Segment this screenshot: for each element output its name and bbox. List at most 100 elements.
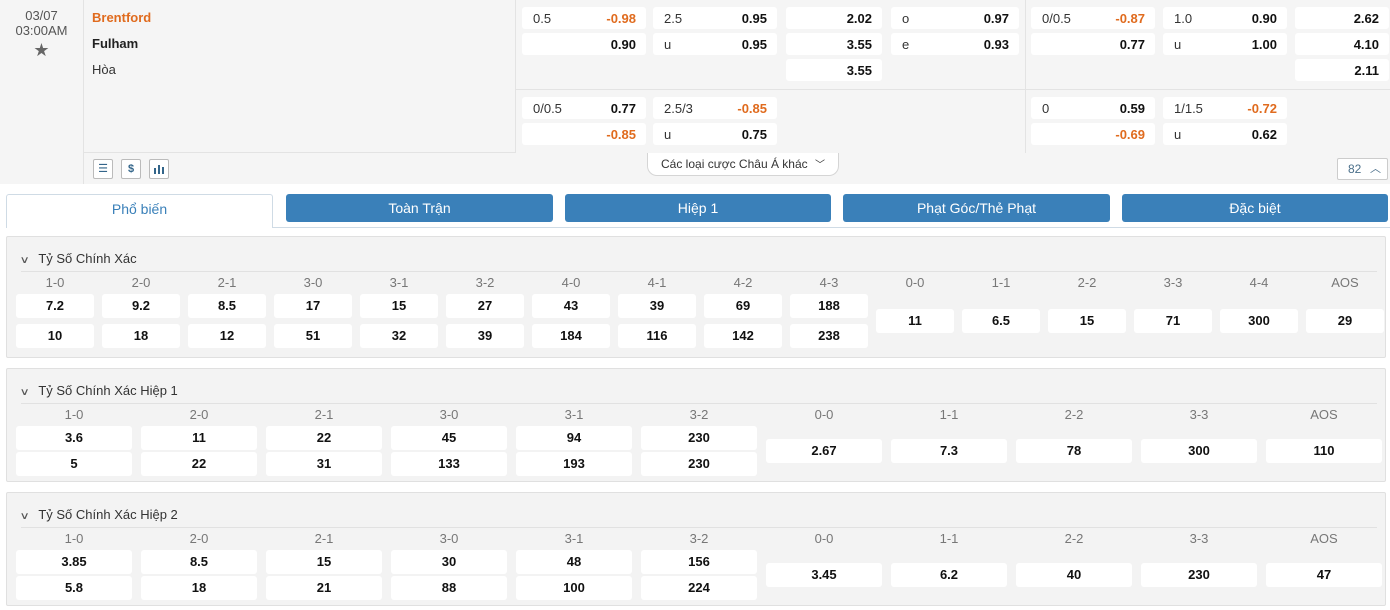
oe-odd-cell[interactable]: o 0.97 xyxy=(891,7,1019,29)
tab-half-1[interactable]: Hiệp 1 xyxy=(565,194,831,222)
score-odds-away[interactable]: 230 xyxy=(641,452,757,476)
score-odds-away[interactable]: 39 xyxy=(446,324,524,348)
ah-h1-home-cell[interactable]: 0/0.5 -0.87 xyxy=(1031,7,1155,29)
score-odds-draw[interactable]: 110 xyxy=(1266,439,1382,463)
score-odds-home[interactable]: 7.2 xyxy=(16,294,94,318)
score-odds-draw[interactable]: 11 xyxy=(876,309,954,333)
score-odds-home[interactable]: 45 xyxy=(391,426,507,450)
ou-h1-under-cell[interactable]: u 1.00 xyxy=(1163,33,1287,55)
score-odds-away[interactable]: 32 xyxy=(360,324,438,348)
ou-h12-under-cell[interactable]: u 0.62 xyxy=(1163,123,1287,145)
score-odds-away[interactable]: 31 xyxy=(266,452,382,476)
section-title[interactable]: ∨ Tỷ Số Chính Xác xyxy=(20,251,137,266)
score-odds-away[interactable]: 116 xyxy=(618,324,696,348)
score-odds-away[interactable]: 5 xyxy=(16,452,132,476)
score-odds-home[interactable]: 69 xyxy=(704,294,782,318)
score-odds-home[interactable]: 48 xyxy=(516,550,632,574)
ah-h1-away-cell[interactable]: 0.77 xyxy=(1031,33,1155,55)
x12-home-cell[interactable]: 2.02 xyxy=(786,7,882,29)
favorite-star-icon[interactable]: ★ xyxy=(0,40,83,61)
score-odds-draw[interactable]: 300 xyxy=(1220,309,1298,333)
oe-even-cell[interactable]: e 0.93 xyxy=(891,33,1019,55)
ou-ft2-over-cell[interactable]: 2.5/3 -0.85 xyxy=(653,97,777,119)
score-odds-draw[interactable]: 40 xyxy=(1016,563,1132,587)
x12-h1-home-cell[interactable]: 2.62 xyxy=(1295,7,1389,29)
score-odds-away[interactable]: 22 xyxy=(141,452,257,476)
score-odds-draw[interactable]: 6.5 xyxy=(962,309,1040,333)
score-odds-away[interactable]: 18 xyxy=(102,324,180,348)
home-team[interactable]: Brentford xyxy=(92,10,151,25)
dollar-icon[interactable]: $ xyxy=(121,159,141,179)
ou-h1-over-cell[interactable]: 1.0 0.90 xyxy=(1163,7,1287,29)
score-odds-home[interactable]: 94 xyxy=(516,426,632,450)
score-odds-home[interactable]: 27 xyxy=(446,294,524,318)
tab-corners-cards[interactable]: Phạt Góc/Thẻ Phạt xyxy=(843,194,1110,222)
score-odds-home[interactable]: 39 xyxy=(618,294,696,318)
score-odds-away[interactable]: 51 xyxy=(274,324,352,348)
x12-h1-draw-cell[interactable]: 2.11 xyxy=(1295,59,1389,81)
score-odds-draw[interactable]: 3.45 xyxy=(766,563,882,587)
score-odds-home[interactable]: 230 xyxy=(641,426,757,450)
score-odds-draw[interactable]: 230 xyxy=(1141,563,1257,587)
score-odds-away[interactable]: 184 xyxy=(532,324,610,348)
score-odds-away[interactable]: 238 xyxy=(790,324,868,348)
tab-popular[interactable]: Phổ biến xyxy=(6,194,273,228)
ah-ft-home-cell[interactable]: 0.5 -0.98 xyxy=(522,7,646,29)
score-odds-draw[interactable]: 15 xyxy=(1048,309,1126,333)
score-odds-home[interactable]: 17 xyxy=(274,294,352,318)
score-odds-home[interactable]: 188 xyxy=(790,294,868,318)
score-odds-away[interactable]: 142 xyxy=(704,324,782,348)
score-odds-home[interactable]: 43 xyxy=(532,294,610,318)
list-icon[interactable]: ☰ xyxy=(93,159,113,179)
bar-chart-icon[interactable] xyxy=(149,159,169,179)
ah-h12-home-cell[interactable]: 0 0.59 xyxy=(1031,97,1155,119)
score-odds-away[interactable]: 193 xyxy=(516,452,632,476)
section-title[interactable]: ∨ Tỷ Số Chính Xác Hiệp 2 xyxy=(20,507,178,522)
score-odds-away[interactable]: 100 xyxy=(516,576,632,600)
score-odds-home[interactable]: 156 xyxy=(641,550,757,574)
score-odds-away[interactable]: 12 xyxy=(188,324,266,348)
tab-special[interactable]: Đặc biệt xyxy=(1122,194,1388,222)
score-odds-home[interactable]: 9.2 xyxy=(102,294,180,318)
ou-ft2-under-cell[interactable]: u 0.75 xyxy=(653,123,777,145)
ah-ft2-home-cell[interactable]: 0/0.5 0.77 xyxy=(522,97,646,119)
ah-ft2-away-cell[interactable]: -0.85 xyxy=(522,123,646,145)
score-odds-draw[interactable]: 47 xyxy=(1266,563,1382,587)
ah-ft-away-cell[interactable]: 0.90 xyxy=(522,33,646,55)
away-team[interactable]: Fulham xyxy=(92,36,138,51)
score-odds-away[interactable]: 5.8 xyxy=(16,576,132,600)
other-markets-toggle[interactable]: Các loại cược Châu Á khác ﹀ xyxy=(647,153,839,176)
x12-draw-cell[interactable]: 3.55 xyxy=(786,59,882,81)
score-odds-home[interactable]: 3.6 xyxy=(16,426,132,450)
score-odds-away[interactable]: 88 xyxy=(391,576,507,600)
score-odds-home[interactable]: 15 xyxy=(360,294,438,318)
score-odds-home[interactable]: 22 xyxy=(266,426,382,450)
score-odds-home[interactable]: 3.85 xyxy=(16,550,132,574)
score-odds-away[interactable]: 10 xyxy=(16,324,94,348)
ou-ft-under-cell[interactable]: u 0.95 xyxy=(653,33,777,55)
score-odds-draw[interactable]: 71 xyxy=(1134,309,1212,333)
ah-h12-away-cell[interactable]: -0.69 xyxy=(1031,123,1155,145)
score-odds-draw[interactable]: 2.67 xyxy=(766,439,882,463)
score-odds-home[interactable]: 8.5 xyxy=(141,550,257,574)
score-odds-draw[interactable]: 6.2 xyxy=(891,563,1007,587)
x12-h1-away-cell[interactable]: 4.10 xyxy=(1295,33,1389,55)
ou-h12-over-cell[interactable]: 1/1.5 -0.72 xyxy=(1163,97,1287,119)
score-odds-draw[interactable]: 7.3 xyxy=(891,439,1007,463)
score-odds-home[interactable]: 8.5 xyxy=(188,294,266,318)
score-odds-home[interactable]: 30 xyxy=(391,550,507,574)
more-markets-count[interactable]: 82 ︿ xyxy=(1337,158,1388,180)
score-odds-draw[interactable]: 29 xyxy=(1306,309,1384,333)
section-title[interactable]: ∨ Tỷ Số Chính Xác Hiệp 1 xyxy=(20,383,178,398)
score-odds-away[interactable]: 21 xyxy=(266,576,382,600)
score-odds-away[interactable]: 18 xyxy=(141,576,257,600)
score-odds-draw[interactable]: 78 xyxy=(1016,439,1132,463)
tab-full-match[interactable]: Toàn Trận xyxy=(286,194,553,222)
score-odds-away[interactable]: 224 xyxy=(641,576,757,600)
score-odds-draw[interactable]: 300 xyxy=(1141,439,1257,463)
x12-away-cell[interactable]: 3.55 xyxy=(786,33,882,55)
ou-ft-over-cell[interactable]: 2.5 0.95 xyxy=(653,7,777,29)
score-odds-away[interactable]: 133 xyxy=(391,452,507,476)
score-odds-home[interactable]: 15 xyxy=(266,550,382,574)
score-odds-home[interactable]: 11 xyxy=(141,426,257,450)
